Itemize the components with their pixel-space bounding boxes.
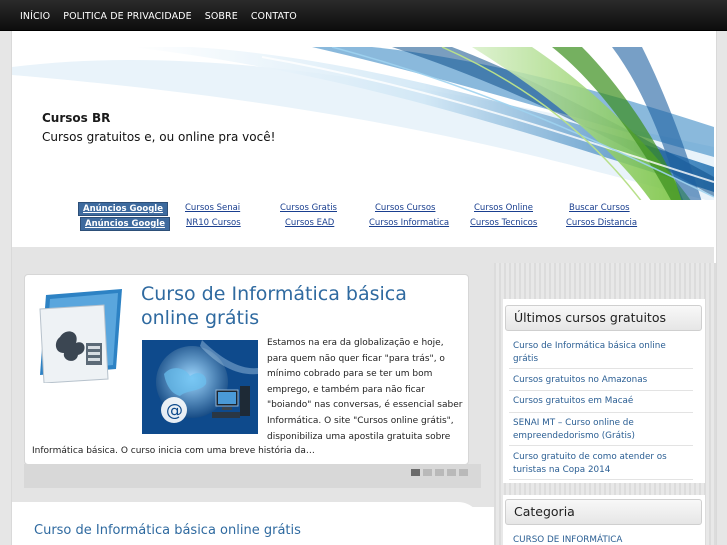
ad-link[interactable]: Cursos Online [474,203,533,213]
ad-link[interactable]: Buscar Cursos [569,203,630,213]
featured-post-title-line2[interactable]: online grátis [141,307,259,329]
sidebar-post-link-line1[interactable]: Cursos gratuitos no Amazonas [513,375,647,385]
sidebar-post-link-line1[interactable]: SENAI MT – Curso online de [513,418,634,428]
sidebar-post-link-line2[interactable]: empreendedorismo (Grátis) [513,431,635,441]
svg-text:@: @ [166,401,183,421]
sidebar-post-link-line2[interactable]: grátis [513,354,538,364]
ad-link[interactable]: Cursos Tecnicos [470,218,537,228]
excerpt-line: Informática. O site "Cursos online gráti… [267,415,454,426]
sidebar-post-link[interactable]: Cursos gratuitos no Amazonas [513,374,693,387]
excerpt-line: Estamos na era da globalização e hoje, [267,338,444,348]
main-menu: INÍCIO POLITICA DE PRIVACIDADE SOBRE CON… [20,11,297,22]
header-banner [12,47,714,202]
ad-link[interactable]: Cursos Distancia [566,218,637,228]
excerpt-line: emprego, e também para não ficar [267,384,425,395]
ads-google-badge[interactable]: Anúncios Google [78,202,168,216]
ad-link[interactable]: Cursos Senai [185,203,240,213]
ad-link[interactable]: Cursos Gratis [280,203,337,213]
slider-dot[interactable] [423,469,432,476]
sidebar-post-link-line1[interactable]: Cursos gratuitos em Macaé [513,396,633,406]
ad-link[interactable]: Cursos Cursos [375,203,435,213]
featured-post-title[interactable]: Curso de Informática básica online gráti… [141,282,461,330]
sidebar-post-link-line2[interactable]: turistas na Copa 2014 [513,465,610,475]
divider [509,390,693,391]
ad-link[interactable]: Cursos Informatica [369,218,449,228]
slider-dot[interactable] [411,469,420,476]
widget-title: Últimos cursos gratuitos [505,305,702,331]
featured-thumbnail[interactable] [36,287,128,383]
ads-google-badge[interactable]: Anúncios Google [80,217,170,231]
ad-link[interactable]: NR10 Cursos [186,218,241,228]
nav-inicio[interactable]: INÍCIO [20,11,50,22]
excerpt-line: mínimo cobrado para se ter um bom [267,369,433,380]
top-navigation: INÍCIO POLITICA DE PRIVACIDADE SOBRE CON… [0,0,727,31]
slider-pager-bar [24,464,481,488]
divider [509,368,693,369]
sidebar-post-link-line1[interactable]: Curso de Informática básica online [513,341,666,351]
nav-sobre[interactable]: SOBRE [205,11,238,22]
widget-title: Categoria [505,499,702,525]
sidebar-post-link[interactable]: SENAI MT – Curso online de empreendedori… [513,417,693,442]
ad-link[interactable]: Cursos EAD [285,218,334,228]
excerpt-line: disponibiliza uma apostila gratuita sobr… [267,431,451,442]
sidebar-post-link[interactable]: Curso de Informática básica online gráti… [513,340,693,365]
post-title[interactable]: Curso de Informática básica online gráti… [34,523,301,538]
divider [509,445,693,446]
featured-post-excerpt: Estamos na era da globalização e hoje, p… [267,336,463,445]
sidebar-post-link[interactable]: Curso gratuito de como atender os turist… [513,451,693,476]
category-link[interactable]: CURSO DE INFORMÁTICA [513,534,693,545]
divider [509,479,693,480]
slider-pager [411,469,468,476]
sidebar-post-link[interactable]: Cursos gratuitos em Macaé [513,395,693,408]
slider-dot[interactable] [435,469,444,476]
slider-dot[interactable] [447,469,456,476]
divider [509,412,693,413]
nav-contato[interactable]: CONTATO [251,11,297,22]
excerpt-line: "boiando" nas conversas, é essencial sab… [267,400,463,411]
slider-dot[interactable] [459,469,468,476]
site-title[interactable]: Cursos BR [42,111,110,125]
featured-post-title-line1[interactable]: Curso de Informática básica [141,283,407,305]
featured-post-image[interactable]: @ [142,340,258,434]
nav-politica-privacidade[interactable]: POLITICA DE PRIVACIDADE [63,11,191,22]
banner-swoosh-graphic [12,47,714,202]
sidebar-post-link-line1[interactable]: Curso gratuito de como atender os [513,452,667,462]
excerpt-line: para quem não quer ficar "para trás", o [267,353,445,364]
featured-post-excerpt-tail: Informática básica. O curso inicia com u… [32,446,315,456]
site-description: Cursos gratuitos e, ou online pra você! [42,130,276,144]
